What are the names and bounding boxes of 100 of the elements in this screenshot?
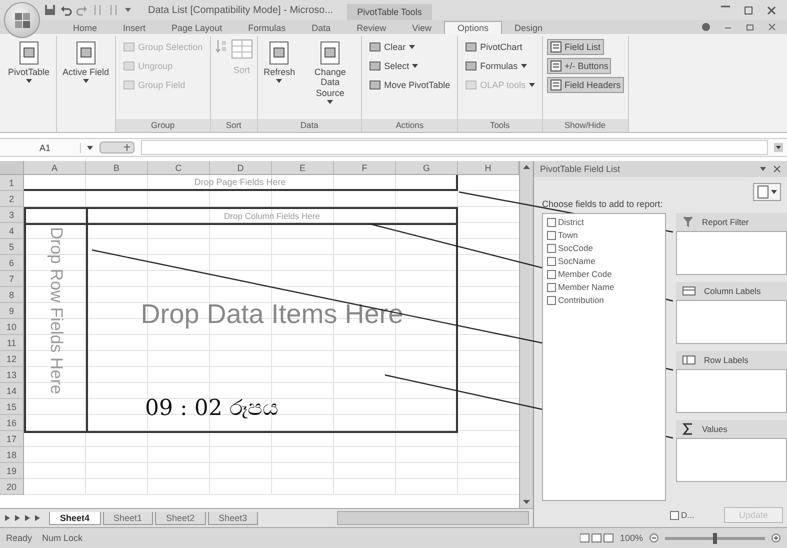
- ribbon-button[interactable]: PivotTable: [6, 39, 52, 86]
- row-header[interactable]: 19: [0, 463, 24, 479]
- document-icon: [74, 41, 98, 65]
- row-header[interactable]: 1: [0, 175, 24, 191]
- field-checkbox[interactable]: Member Code: [547, 269, 661, 279]
- column-header[interactable]: C: [148, 161, 210, 175]
- office-logo-icon: [12, 10, 32, 30]
- field-checkbox[interactable]: SocCode: [547, 243, 661, 253]
- ribbon-button[interactable]: Move PivotTable: [366, 77, 454, 93]
- field-checkbox[interactable]: District: [547, 217, 661, 227]
- contextual-tab-label: PivotTable Tools: [347, 4, 432, 20]
- layout-button[interactable]: [753, 183, 781, 201]
- area-label: Report Filter: [702, 217, 749, 227]
- name-box[interactable]: A1: [10, 142, 81, 152]
- save-icon: [44, 4, 56, 16]
- ribbon-tab[interactable]: Design: [502, 21, 556, 34]
- group-label: Sort: [210, 119, 257, 132]
- small-command-icon: [369, 41, 382, 53]
- row-header[interactable]: 8: [0, 287, 24, 303]
- ribbon-tab[interactable]: Data: [298, 21, 344, 34]
- ribbon-button[interactable]: Active Field: [60, 39, 112, 86]
- sort-grid-icon: [230, 39, 253, 59]
- zoom-level[interactable]: 100%: [620, 533, 643, 543]
- layout-icon: [757, 185, 769, 199]
- row-header[interactable]: 2: [0, 191, 24, 207]
- row-header[interactable]: 20: [0, 479, 24, 495]
- select-all-corner[interactable]: [0, 161, 24, 175]
- pane-menu-icon: [759, 165, 767, 173]
- ribbon-tab[interactable]: Formulas: [235, 21, 299, 34]
- ribbon-tab[interactable]: Insert: [110, 21, 159, 34]
- field-checkbox[interactable]: Member Name: [547, 282, 661, 292]
- column-header[interactable]: F: [334, 161, 396, 175]
- area-label: Column Labels: [704, 286, 761, 296]
- sheet-tab[interactable]: Sheet3: [208, 512, 258, 524]
- row-header[interactable]: 12: [0, 351, 24, 367]
- sheet-tab[interactable]: Sheet1: [102, 512, 154, 524]
- document-icon: [318, 41, 342, 65]
- row-fields-drop-zone[interactable]: Drop Row Fields Here: [24, 225, 86, 433]
- sheet-tab[interactable]: Sheet4: [49, 512, 101, 524]
- status-text: Ready: [6, 533, 32, 543]
- area-drop-box[interactable]: [676, 300, 787, 344]
- caret-icon: [771, 190, 777, 194]
- ribbon-tab[interactable]: Home: [60, 21, 110, 34]
- small-command-icon: [123, 79, 136, 91]
- ribbon-tab[interactable]: Review: [344, 21, 400, 34]
- status-text: Num Lock: [42, 533, 83, 543]
- area-drop-box[interactable]: [676, 231, 787, 275]
- row-header[interactable]: 11: [0, 335, 24, 351]
- row-header[interactable]: 10: [0, 319, 24, 335]
- toggle-button[interactable]: +/- Buttons: [546, 58, 612, 74]
- row-header[interactable]: 18: [0, 447, 24, 463]
- sheet-tab[interactable]: Sheet2: [155, 512, 206, 524]
- column-header[interactable]: G: [396, 161, 458, 175]
- small-command-icon: [123, 60, 136, 72]
- row-header[interactable]: 14: [0, 383, 24, 399]
- column-fields-drop-zone[interactable]: Drop Column Fields Here: [24, 207, 458, 225]
- area-drop-box[interactable]: [676, 438, 787, 482]
- row-header[interactable]: 16: [0, 415, 24, 431]
- vertical-scrollbar[interactable]: [519, 161, 533, 508]
- ribbon-button[interactable]: Clear: [366, 39, 418, 55]
- scroll-up-icon: [522, 163, 531, 171]
- row-header[interactable]: 9: [0, 303, 24, 319]
- rows-icon: [682, 354, 696, 366]
- row-header[interactable]: 17: [0, 431, 24, 447]
- horizontal-scrollbar[interactable]: [337, 511, 529, 525]
- group-label: Data: [258, 119, 362, 132]
- row-header[interactable]: 3: [0, 207, 24, 223]
- field-checkbox[interactable]: Contribution: [547, 295, 661, 305]
- row-header[interactable]: 4: [0, 223, 24, 239]
- ribbon-button[interactable]: PivotChart: [462, 39, 526, 55]
- formula-field[interactable]: [141, 140, 768, 155]
- field-checkbox[interactable]: Town: [547, 230, 661, 240]
- toggle-icon: [550, 79, 562, 91]
- ribbon-tab[interactable]: Page Layout: [158, 21, 236, 34]
- field-checkbox[interactable]: SocName: [547, 256, 661, 266]
- row-header[interactable]: 6: [0, 255, 24, 271]
- ribbon-button[interactable]: Refresh: [262, 39, 298, 86]
- worksheet-grid[interactable]: [24, 175, 519, 495]
- small-command-icon: [465, 41, 478, 53]
- column-header[interactable]: B: [86, 161, 148, 175]
- group-label: Tools: [458, 119, 542, 132]
- column-header[interactable]: E: [272, 161, 334, 175]
- area-drop-box[interactable]: [676, 369, 787, 413]
- column-header[interactable]: D: [210, 161, 272, 175]
- row-header[interactable]: 13: [0, 367, 24, 383]
- row-header[interactable]: 5: [0, 239, 24, 255]
- column-header[interactable]: A: [24, 161, 86, 175]
- ribbon-tab[interactable]: Options: [444, 21, 502, 34]
- ribbon-button[interactable]: Select: [366, 58, 422, 74]
- row-header[interactable]: 7: [0, 271, 24, 287]
- toggle-button[interactable]: Field Headers: [546, 77, 624, 93]
- row-header[interactable]: 15: [0, 399, 24, 415]
- defer-update-checkbox[interactable]: D...: [670, 510, 694, 520]
- toggle-button[interactable]: Field List: [546, 39, 604, 55]
- ribbon-tab[interactable]: View: [399, 21, 444, 34]
- ribbon-button[interactable]: Change Data Source: [303, 39, 358, 106]
- figure-caption: 09 : 02 රූපය: [145, 396, 278, 421]
- page-fields-drop-zone[interactable]: Drop Page Fields Here: [24, 175, 458, 191]
- ribbon-button[interactable]: Formulas: [462, 58, 530, 74]
- column-header[interactable]: H: [458, 161, 519, 175]
